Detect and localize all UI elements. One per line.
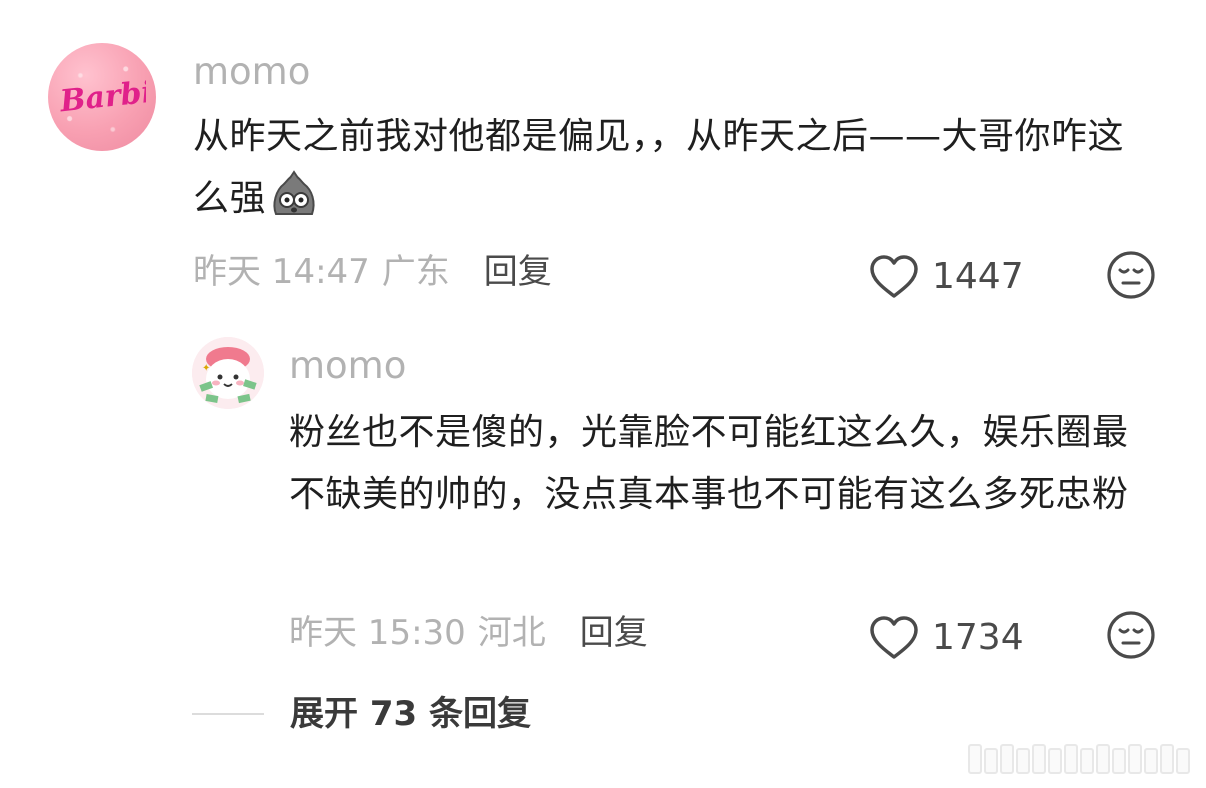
comment-username[interactable]: momo [193,52,310,92]
meh-face-icon[interactable] [1106,250,1156,300]
comment-meta: 昨天 14:47 广东 回复 [193,252,552,292]
reply-reply-button[interactable]: 回复 [580,613,648,653]
reply-meta: 昨天 15:30 河北 回复 [289,613,648,653]
expand-replies-button[interactable]: 展开 73 条回复 [192,694,531,734]
barbie-logo-text: Barbie [58,73,146,119]
reply-avatar[interactable]: ✦ [192,337,264,409]
comment-text-content: 从昨天之前我对他都是偏见，，从昨天之后——大哥你咋这么强 [193,116,1125,219]
reply-location: 河北 [477,613,546,653]
comment-time: 昨天 14:47 [193,252,370,292]
heart-icon [870,255,918,298]
reply-username[interactable]: momo [289,346,406,386]
like-button[interactable]: 1447 [868,254,1024,300]
shocked-rock-emoji-icon [268,170,320,242]
comment-thread: Barbie momo 从昨天之前我对他都是偏见，，从昨天之后——大哥你咋这么强… [0,0,1206,788]
meh-face-icon[interactable] [1106,610,1156,660]
cartoon-character-icon: ✦ [192,337,264,409]
reply-time: 昨天 15:30 [289,613,466,653]
reply-like-count: 1734 [932,617,1024,658]
heart-icon [870,616,918,659]
avatar[interactable]: Barbie [48,43,156,151]
divider [192,713,264,715]
expand-replies-label: 展开 73 条回复 [290,694,531,734]
reply-like-button[interactable]: 1734 [868,615,1024,661]
svg-text:✦: ✦ [202,363,210,374]
comment-text: 从昨天之前我对他都是偏见，，从昨天之后——大哥你咋这么强 [193,106,1153,242]
barbie-logo: Barbie [58,73,146,119]
comment-location: 广东 [381,252,450,292]
reply-text: 粉丝也不是傻的，光靠脸不可能红这么久，娱乐圈最不缺美的帅的，没点真本事也不可能有… [289,412,1129,515]
like-count: 1447 [932,256,1024,297]
watermark-icon [968,744,1190,774]
reply-button[interactable]: 回复 [484,252,552,292]
